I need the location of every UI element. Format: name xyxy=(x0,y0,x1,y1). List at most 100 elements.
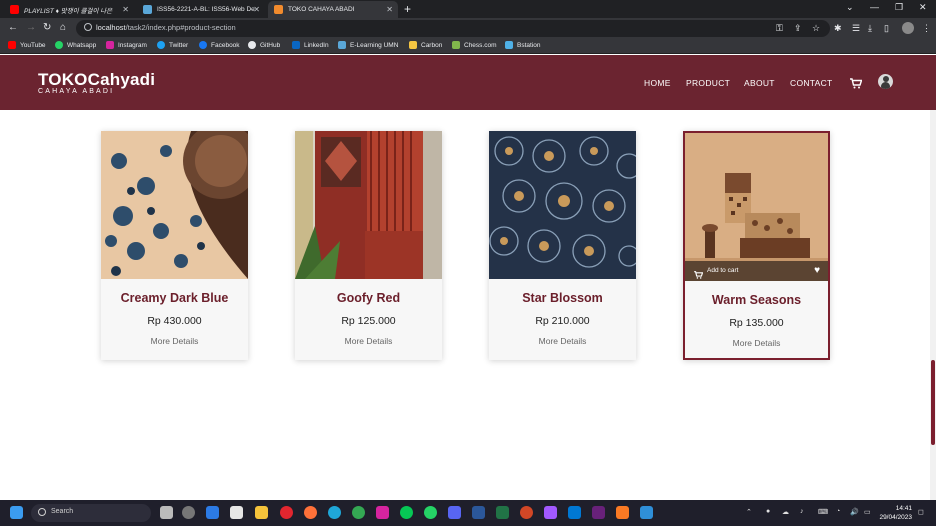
more-details-link[interactable]: More Details xyxy=(489,336,636,346)
scrollbar-thumb[interactable] xyxy=(931,360,935,445)
wifi-icon[interactable]: ◔ xyxy=(836,508,840,515)
card-action-bar: Add to cart ♥ xyxy=(685,261,828,281)
star-icon[interactable]: ☆ xyxy=(812,23,820,34)
user-avatar[interactable] xyxy=(878,74,893,89)
sidebar-icon[interactable]: ▯ xyxy=(884,23,889,34)
defender-icon[interactable] xyxy=(206,506,219,519)
chevron-down-icon[interactable]: ⌄ xyxy=(846,2,854,13)
chess-icon xyxy=(452,41,460,49)
menu-icon[interactable]: ⋮ xyxy=(922,23,931,34)
powerpoint-icon[interactable] xyxy=(520,506,533,519)
task-view-icon[interactable] xyxy=(160,506,173,519)
product-name: Warm Seasons xyxy=(711,293,802,307)
heart-icon[interactable]: ♥ xyxy=(814,265,820,276)
nav-product[interactable]: PRODUCT xyxy=(686,78,730,88)
bookmark-carbon[interactable]: Carbon xyxy=(409,41,442,49)
product-card[interactable]: Star Blossom Rp 210.000 More Details xyxy=(489,131,636,360)
product-image: Add to cart ♥ xyxy=(685,133,828,281)
cart-icon[interactable] xyxy=(850,76,863,94)
minimize-icon[interactable]: — xyxy=(870,2,879,12)
page-scrollbar[interactable] xyxy=(930,110,936,500)
bookmark-linkedin[interactable]: LinkedIn xyxy=(292,41,329,49)
app-icon[interactable] xyxy=(640,506,653,519)
whatsapp-icon[interactable] xyxy=(424,506,437,519)
back-icon[interactable]: ← xyxy=(8,22,18,33)
product-card[interactable]: Creamy Dark Blue Rp 430.000 More Details xyxy=(101,131,248,360)
key-icon[interactable]: ⚿ xyxy=(776,23,783,34)
excel-icon[interactable] xyxy=(496,506,509,519)
bookmark-facebook[interactable]: Facebook xyxy=(199,41,240,49)
browser-tab-bar: PLAYLIST ♦ 맛쟁이 클걸이 나은 ✕ ISS56-2221-A-BL:… xyxy=(0,0,936,18)
cloud-icon[interactable]: ☁ xyxy=(782,508,789,516)
keyboard-icon[interactable]: ⌨ xyxy=(818,508,828,516)
extensions-icon[interactable]: ✱ xyxy=(834,23,842,34)
bookmark-youtube[interactable]: YouTube xyxy=(8,41,46,49)
close-icon[interactable]: ✕ xyxy=(253,5,260,14)
nav-contact[interactable]: CONTACT xyxy=(790,78,833,88)
edge-icon[interactable] xyxy=(328,506,341,519)
reading-list-icon[interactable]: ☰ xyxy=(852,23,860,34)
new-tab-icon[interactable]: + xyxy=(404,2,411,16)
visual-studio-icon[interactable] xyxy=(592,506,605,519)
notification-icon[interactable]: ◻ xyxy=(918,508,924,516)
info-icon[interactable] xyxy=(84,23,92,31)
tab-toko[interactable]: TOKO CAHAYA ABADI ✕ xyxy=(268,1,398,18)
download-icon[interactable]: ⤓ xyxy=(868,23,872,34)
profile-avatar[interactable] xyxy=(902,22,914,34)
tray-app-icon[interactable]: ● xyxy=(766,508,770,515)
bookmark-twitter[interactable]: Twitter xyxy=(157,41,188,49)
more-details-link[interactable]: More Details xyxy=(685,338,828,348)
discord-icon[interactable] xyxy=(448,506,461,519)
windows-start-icon[interactable] xyxy=(10,506,23,519)
taskbar-search[interactable]: Search xyxy=(31,504,151,522)
site-favicon-icon xyxy=(274,5,283,14)
figma-icon[interactable] xyxy=(544,506,557,519)
forward-icon[interactable]: → xyxy=(26,22,36,33)
reload-icon[interactable]: ↻ xyxy=(43,22,51,33)
more-details-link[interactable]: More Details xyxy=(295,336,442,346)
firefox-icon[interactable] xyxy=(304,506,317,519)
add-to-cart-button[interactable]: Add to cart xyxy=(707,267,738,274)
elearning-icon xyxy=(143,5,152,14)
tab-playlist[interactable]: PLAYLIST ♦ 맛쟁이 클걸이 나은 ✕ xyxy=(4,1,134,18)
instagram-icon[interactable] xyxy=(376,506,389,519)
bookmark-elearning[interactable]: E-Learning UMN xyxy=(338,41,398,49)
close-window-icon[interactable]: ✕ xyxy=(919,2,927,13)
close-icon[interactable]: ✕ xyxy=(386,5,393,14)
nav-home[interactable]: HOME xyxy=(644,78,671,88)
volume-icon[interactable]: 🔊 xyxy=(850,508,859,516)
site-logo[interactable]: TOKOCahyadi xyxy=(38,70,155,90)
bookmark-instagram[interactable]: Instagram xyxy=(106,41,147,49)
bookmark-chess[interactable]: Chess.com xyxy=(452,41,497,49)
elearning-icon xyxy=(338,41,346,49)
chrome-icon[interactable] xyxy=(352,506,365,519)
opera-icon[interactable] xyxy=(280,506,293,519)
line-icon[interactable] xyxy=(400,506,413,519)
taskbar-clock[interactable]: 14:41 29/04/2023 xyxy=(876,504,912,522)
store-icon[interactable] xyxy=(230,506,243,519)
nav-about[interactable]: ABOUT xyxy=(744,78,775,88)
widgets-icon[interactable] xyxy=(182,506,195,519)
bookmark-github[interactable]: GitHub xyxy=(248,41,280,49)
product-price: Rp 135.000 xyxy=(729,317,784,329)
microphone-icon[interactable]: ♪ xyxy=(800,508,804,515)
product-card[interactable]: Add to cart ♥ Warm Seasons Rp 135.000 Mo… xyxy=(683,131,830,360)
home-icon[interactable]: ⌂ xyxy=(60,22,66,33)
carbon-icon xyxy=(409,41,417,49)
share-icon[interactable]: ⇪ xyxy=(794,23,802,34)
product-card[interactable]: Goofy Red Rp 125.000 More Details xyxy=(295,131,442,360)
vscode-icon[interactable] xyxy=(568,506,581,519)
battery-icon[interactable]: ▭ xyxy=(864,508,871,516)
xampp-icon[interactable] xyxy=(616,506,629,519)
file-explorer-icon[interactable] xyxy=(255,506,268,519)
chevron-up-icon[interactable]: ⌃ xyxy=(746,508,752,516)
more-details-link[interactable]: More Details xyxy=(101,336,248,346)
tab-elearning[interactable]: ISS56-2221-A-BL: ISS56-Web De ✕ xyxy=(137,1,265,18)
word-icon[interactable] xyxy=(472,506,485,519)
bookmark-bstation[interactable]: Bstation xyxy=(505,41,541,49)
close-icon[interactable]: ✕ xyxy=(122,5,129,14)
bookmark-whatsapp[interactable]: Whatsapp xyxy=(55,41,96,49)
windows-taskbar: Search ⌃ ● ☁ ♪ ⌨ ◔ 🔊 ▭ 14:41 29/04/2023 … xyxy=(0,500,936,526)
maximize-icon[interactable]: ❐ xyxy=(895,2,903,13)
address-bar[interactable]: localhost/task2/index.php#product-sectio… xyxy=(76,20,830,37)
